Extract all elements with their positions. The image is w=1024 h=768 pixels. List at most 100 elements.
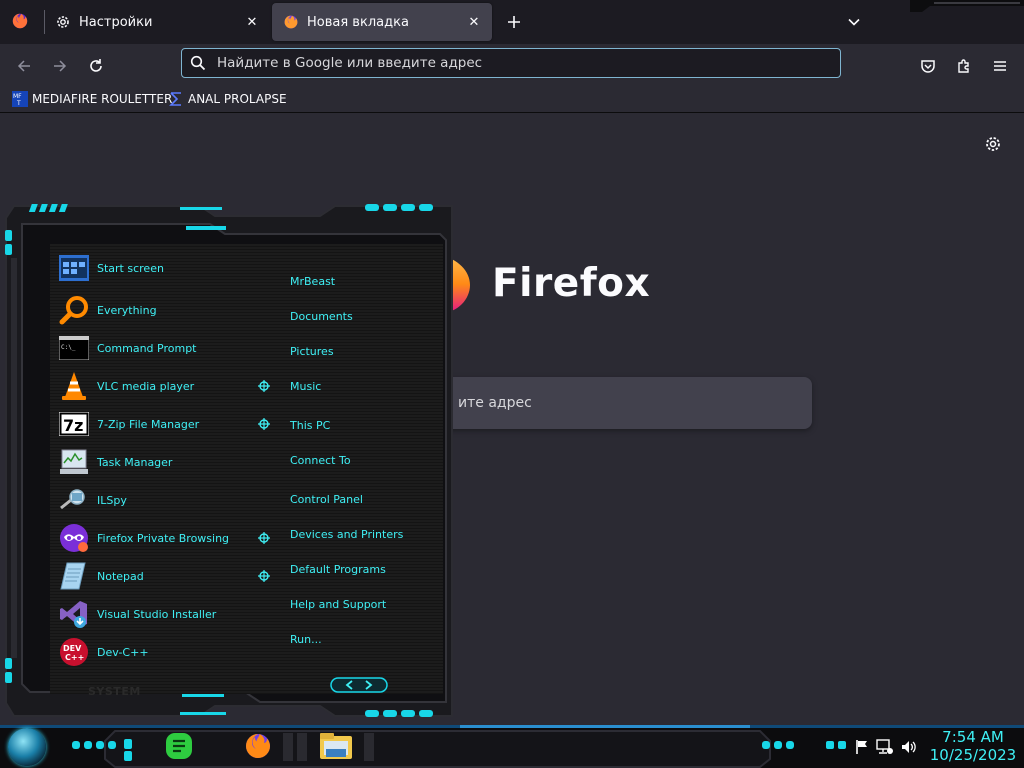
system-tray [854,738,918,756]
arrow-right-icon [54,60,67,72]
sigma-icon [169,92,181,106]
link-mrbeast[interactable]: MrBeast [290,275,335,288]
program-task-manager[interactable]: Task Manager [58,446,172,478]
bookmarks-toolbar: MF T MEDIAFIRE ROULETTER ANAL PROLAPSE [0,86,1024,113]
program-label: Task Manager [97,455,173,469]
list-all-tabs-button[interactable] [842,10,866,34]
pin-icon[interactable] [258,570,270,582]
chevron-down-icon [848,18,860,26]
notes-app-icon [166,733,192,759]
reload-icon [90,59,102,72]
flag-icon[interactable] [854,739,870,755]
address-bar[interactable] [181,48,841,78]
program-7zip[interactable]: 7z 7-Zip File Manager [58,408,199,440]
system-label: SYSTEM [88,685,141,698]
link-documents[interactable]: Documents [290,310,353,323]
program-label: Notepad [97,569,144,583]
firefox-icon [283,14,299,30]
program-list: Start screen Everything C:\_ Command Pro… [50,244,280,694]
notepad-icon [58,560,90,592]
program-label: ILSpy [97,493,127,507]
ilspy-icon [58,484,90,516]
program-devcpp[interactable]: DEV C++ Dev-C++ [58,636,149,668]
clock-date: 10/25/2023 [929,746,1017,764]
firefox-wordmark: Firefox [492,260,651,306]
svg-text:DEV: DEV [63,644,82,653]
volume-icon[interactable] [900,739,918,755]
program-notepad[interactable]: Notepad [58,560,144,592]
window-frame-decoration [910,0,1024,12]
back-button[interactable] [10,52,38,80]
private-browsing-icon [58,522,90,554]
customize-button[interactable] [982,133,1004,155]
program-vs-installer[interactable]: Visual Studio Installer [58,598,216,630]
firefox-branding: Firefox [440,253,650,313]
taskbar-firefox[interactable] [238,729,278,763]
app-menu-button[interactable] [986,52,1014,80]
program-command-prompt[interactable]: C:\_ Command Prompt [58,332,197,364]
search-icon [190,55,206,71]
arrow-left-icon [17,60,30,72]
taskbar-notes[interactable] [159,729,199,763]
reload-button[interactable] [82,52,110,80]
hamburger-icon [994,61,1006,71]
pin-icon[interactable] [258,418,270,430]
network-icon[interactable] [876,739,894,755]
close-icon[interactable]: ✕ [240,10,264,34]
taskbar: 7:54 AM 10/25/2023 [0,725,1024,768]
tab-new-tab[interactable]: Новая вкладка ✕ [272,3,492,41]
program-everything[interactable]: Everything [58,294,157,326]
program-ilspy[interactable]: ILSpy [58,484,127,516]
extensions-button[interactable] [950,52,978,80]
bookmark-label: ANAL PROLAPSE [188,92,287,106]
svg-text:T: T [16,100,21,107]
tab-title: Настройки [79,14,153,30]
start-button[interactable] [8,728,46,766]
close-icon[interactable]: ✕ [462,10,486,34]
link-connect-to[interactable]: Connect To [290,454,351,467]
tab-settings[interactable]: Настройки ✕ [44,3,270,41]
firefox-menu-icon[interactable] [11,12,29,30]
link-run[interactable]: Run... [290,633,322,646]
gear-icon [986,137,1000,151]
program-vlc[interactable]: VLC media player [58,370,194,402]
program-label: Dev-C++ [97,645,149,659]
link-default-programs[interactable]: Default Programs [290,563,386,576]
pocket-button[interactable] [914,52,942,80]
vlc-cone-icon [58,370,90,402]
7zip-icon: 7z [58,408,90,440]
url-input[interactable] [215,54,840,72]
svg-text:7z: 7z [63,416,83,435]
task-manager-icon [58,446,90,478]
navigation-toolbar [0,44,1024,86]
link-this-pc[interactable]: This PC [290,419,330,432]
taskbar-file-explorer[interactable] [316,729,356,763]
program-label: Firefox Private Browsing [97,531,230,545]
bookmark-mediafire[interactable]: MF T MEDIAFIRE ROULETTER [12,90,172,108]
start-screen-icon [58,252,90,284]
program-label: Start screen [97,261,164,275]
forward-button[interactable] [46,52,74,80]
link-pictures[interactable]: Pictures [290,345,334,358]
program-label: Command Prompt [97,341,197,355]
pin-icon[interactable] [258,380,270,392]
bookmark-sigma[interactable]: ANAL PROLAPSE [168,90,287,108]
gear-icon [55,14,71,30]
svg-text:C++: C++ [65,653,84,662]
program-firefox-private[interactable]: Firefox Private Browsing [58,522,229,554]
svg-text:C:\_: C:\_ [61,344,76,351]
vs-installer-icon [58,598,90,630]
new-tab-button[interactable] [502,10,526,34]
menu-arrows[interactable] [330,676,390,694]
link-control-panel[interactable]: Control Panel [290,493,363,506]
devcpp-icon: DEV C++ [58,636,90,668]
program-start-screen[interactable]: Start screen [58,252,164,284]
link-music[interactable]: Music [290,380,321,393]
clock-time: 7:54 AM [942,728,1004,746]
mediafire-icon: MFT [12,91,28,107]
link-help-support[interactable]: Help and Support [290,598,386,611]
clock[interactable]: 7:54 AM 10/25/2023 [928,728,1018,764]
file-explorer-icon [320,733,352,759]
link-devices-printers[interactable]: Devices and Printers [290,528,403,541]
pin-icon[interactable] [258,532,270,544]
